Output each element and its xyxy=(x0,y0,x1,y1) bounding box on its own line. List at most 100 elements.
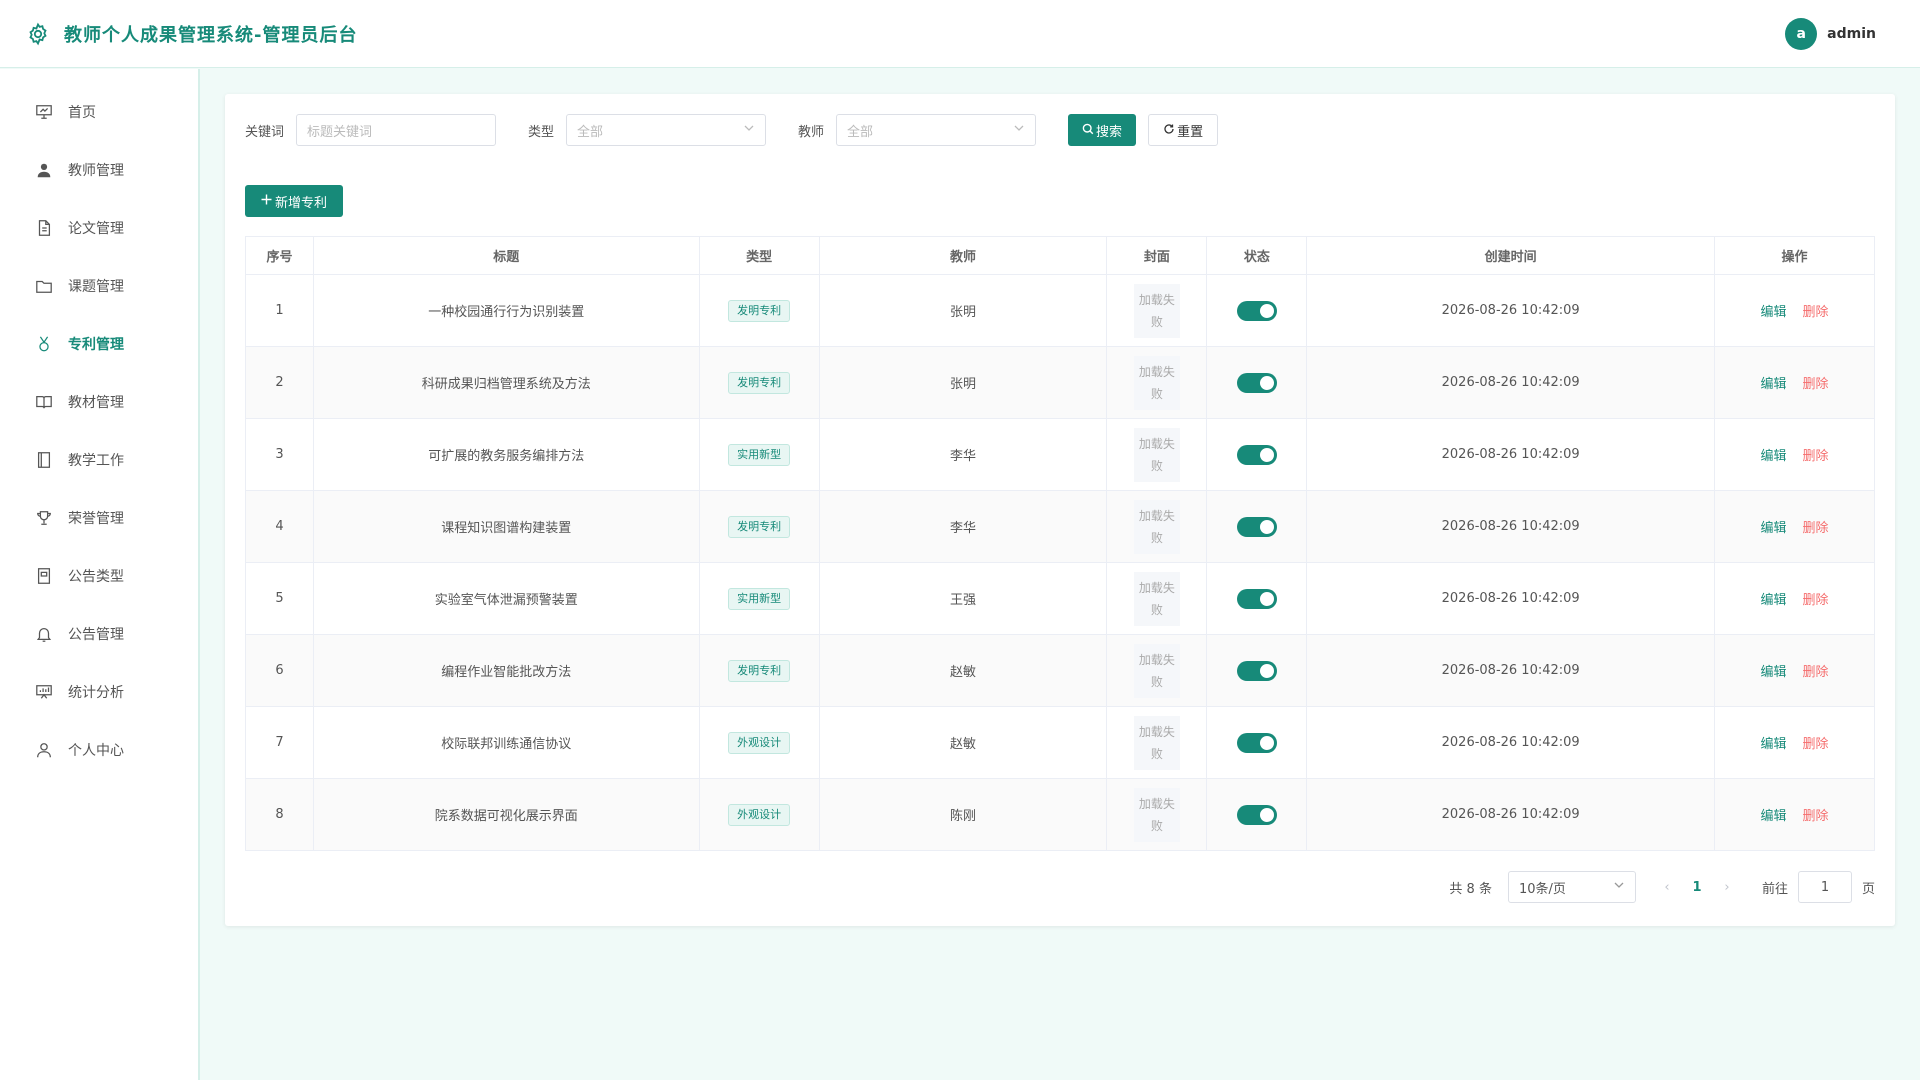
row-number: 7 xyxy=(245,706,314,779)
teacher-name: 赵敏 xyxy=(819,634,1108,707)
avatar[interactable]: a xyxy=(1785,17,1818,50)
teacher-name: 王强 xyxy=(819,562,1108,635)
reset-button-label: 重置 xyxy=(1177,123,1204,139)
sidebar-item-0[interactable]: 首页 xyxy=(0,83,198,141)
delete-button[interactable]: 删除 xyxy=(1803,665,1829,680)
delete-button[interactable]: 删除 xyxy=(1803,377,1829,392)
delete-button[interactable]: 删除 xyxy=(1803,305,1829,320)
sidebar-item-5[interactable]: 教材管理 xyxy=(0,373,198,431)
row-number: 5 xyxy=(245,562,314,635)
type-tag: 外观设计 xyxy=(728,803,791,826)
status-toggle[interactable] xyxy=(1236,660,1277,681)
edit-button[interactable]: 编辑 xyxy=(1761,737,1787,752)
status-toggle[interactable] xyxy=(1236,300,1277,321)
sidebar-item-3[interactable]: 课题管理 xyxy=(0,257,198,315)
row-number: 1 xyxy=(245,274,314,347)
sidebar-item-label: 教学工作 xyxy=(68,453,124,469)
sidebar-item-4[interactable]: 专利管理 xyxy=(0,315,198,373)
column-header: 状态 xyxy=(1206,236,1308,275)
row-number: 6 xyxy=(245,634,314,707)
teacher-select[interactable]: 全部 xyxy=(836,114,1037,146)
row-number: 3 xyxy=(245,418,314,491)
delete-button[interactable]: 删除 xyxy=(1803,737,1829,752)
delete-button[interactable]: 删除 xyxy=(1803,449,1829,464)
delete-button[interactable]: 删除 xyxy=(1803,521,1829,536)
edit-button[interactable]: 编辑 xyxy=(1761,377,1787,392)
status-toggle[interactable] xyxy=(1236,444,1277,465)
sidebar-item-label: 荣誉管理 xyxy=(68,511,124,527)
status-toggle[interactable] xyxy=(1236,588,1277,609)
created-time: 2026-08-26 10:42:09 xyxy=(1306,418,1716,491)
top-header: 教师个人成果管理系统-管理员后台 a admin xyxy=(0,0,1920,68)
add-patent-button[interactable]: 新增专利 xyxy=(245,185,344,217)
sidebar-item-6[interactable]: 教学工作 xyxy=(0,431,198,489)
column-header: 序号 xyxy=(245,236,314,275)
trophy-icon xyxy=(34,508,54,528)
edit-button[interactable]: 编辑 xyxy=(1761,521,1787,536)
created-time: 2026-08-26 10:42:09 xyxy=(1306,274,1716,347)
row-number: 4 xyxy=(245,490,314,563)
status-toggle[interactable] xyxy=(1236,804,1277,825)
edit-button[interactable]: 编辑 xyxy=(1761,809,1787,824)
sidebar-item-11[interactable]: 个人中心 xyxy=(0,721,198,779)
cover-image-placeholder: 加载失败 xyxy=(1133,715,1180,770)
username[interactable]: admin xyxy=(1827,26,1876,42)
type-tag: 实用新型 xyxy=(728,587,791,610)
column-header: 教师 xyxy=(819,236,1108,275)
sidebar-item-2[interactable]: 论文管理 xyxy=(0,199,198,257)
sidebar-item-label: 课题管理 xyxy=(68,279,124,295)
page-size-value: 10条/页 xyxy=(1518,881,1566,897)
chevron-down-icon xyxy=(743,122,755,138)
reset-button[interactable]: 重置 xyxy=(1148,114,1219,146)
main-card: 关键词 标题关键词 类型 全部 教师 全部 搜索 重置 新增专利 序号 标题 类… xyxy=(225,94,1895,926)
table-row: 6 编程作业智能批改方法 发明专利 赵敏 加载失败 2026-08-26 10:42:09… xyxy=(245,634,1875,707)
sidebar-item-10[interactable]: 统计分析 xyxy=(0,663,198,721)
goto-page-input[interactable]: 1 xyxy=(1797,871,1852,903)
type-tag: 发明专利 xyxy=(728,299,791,322)
dashboard-icon xyxy=(34,102,54,122)
sidebar-item-label: 教材管理 xyxy=(68,395,124,411)
patent-title: 可扩展的教务服务编排方法 xyxy=(313,418,700,491)
column-header: 封面 xyxy=(1106,236,1208,275)
prev-page-icon[interactable]: ‹ xyxy=(1652,880,1682,895)
page-size-select[interactable]: 10条/页 xyxy=(1507,871,1636,903)
delete-button[interactable]: 删除 xyxy=(1803,593,1829,608)
search-button-label: 搜索 xyxy=(1096,123,1123,139)
sidebar-item-1[interactable]: 教师管理 xyxy=(0,141,198,199)
page-number[interactable]: 1 xyxy=(1682,880,1712,895)
table-row: 7 校际联邦训练通信协议 外观设计 赵敏 加载失败 2026-08-26 10:42:09… xyxy=(245,706,1875,779)
status-toggle[interactable] xyxy=(1236,372,1277,393)
edit-button[interactable]: 编辑 xyxy=(1761,593,1787,608)
goto-page-value: 1 xyxy=(1820,879,1830,895)
row-number: 8 xyxy=(245,778,314,851)
keyword-placeholder: 标题关键词 xyxy=(307,124,373,140)
search-button[interactable]: 搜索 xyxy=(1068,114,1137,146)
keyword-label: 关键词 xyxy=(245,124,285,140)
keyword-input[interactable]: 标题关键词 xyxy=(296,114,497,146)
type-select[interactable]: 全部 xyxy=(566,114,767,146)
notice-type-icon xyxy=(34,566,54,586)
patent-table: 序号 标题 类型 教师 封面 状态 创建时间 操作 1 一种校园通行行为识别装置 发明专利 张明 加载… xyxy=(245,236,1875,851)
delete-button[interactable]: 删除 xyxy=(1803,809,1829,824)
edit-button[interactable]: 编辑 xyxy=(1761,449,1787,464)
sidebar-item-8[interactable]: 公告类型 xyxy=(0,547,198,605)
sidebar-item-9[interactable]: 公告管理 xyxy=(0,605,198,663)
book-icon xyxy=(34,392,54,412)
status-toggle[interactable] xyxy=(1236,732,1277,753)
type-tag: 发明专利 xyxy=(728,371,791,394)
patent-title: 校际联邦训练通信协议 xyxy=(313,706,700,779)
edit-button[interactable]: 编辑 xyxy=(1761,305,1787,320)
created-time: 2026-08-26 10:42:09 xyxy=(1306,490,1716,563)
user-menu[interactable]: a admin xyxy=(1785,17,1876,50)
next-page-icon[interactable]: › xyxy=(1712,880,1742,895)
type-tag: 实用新型 xyxy=(728,443,791,466)
cover-image-placeholder: 加载失败 xyxy=(1133,427,1180,482)
edit-button[interactable]: 编辑 xyxy=(1761,665,1787,680)
folder-icon xyxy=(34,276,54,296)
status-toggle[interactable] xyxy=(1236,516,1277,537)
sidebar-item-label: 公告类型 xyxy=(68,569,124,585)
sidebar-item-label: 论文管理 xyxy=(68,221,124,237)
table-row: 1 一种校园通行行为识别装置 发明专利 张明 加载失败 2026-08-26 10:42:… xyxy=(245,274,1875,347)
sidebar-item-7[interactable]: 荣誉管理 xyxy=(0,489,198,547)
type-tag: 发明专利 xyxy=(728,659,791,682)
